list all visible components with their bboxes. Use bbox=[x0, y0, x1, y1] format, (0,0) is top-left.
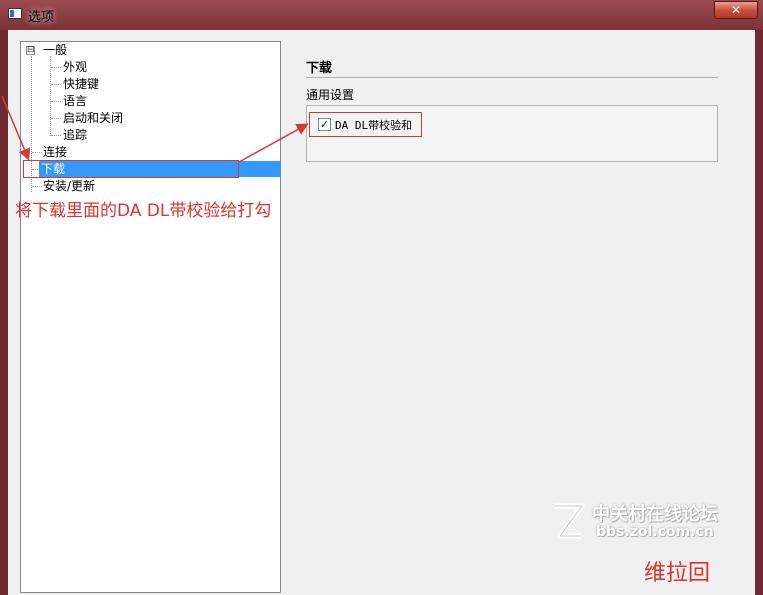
options-window: 选项 ✕ ⊟ 一般 外观 快捷键 语言 启动和关闭 追踪 连接 下载 安装/更新 bbox=[0, 0, 763, 595]
zol-logo-icon bbox=[554, 503, 585, 539]
watermark-url: bbs.zol.com.cn bbox=[596, 524, 714, 540]
watermark-cn: 中关村在线论坛 bbox=[592, 504, 718, 525]
corner-annotation: 维拉回 bbox=[644, 561, 711, 586]
arrow-to-checkbox bbox=[238, 123, 309, 163]
instruction-annotation: 将下载里面的DA DL带校验给打勾 bbox=[15, 201, 272, 221]
arrow-to-download bbox=[1, 95, 31, 161]
